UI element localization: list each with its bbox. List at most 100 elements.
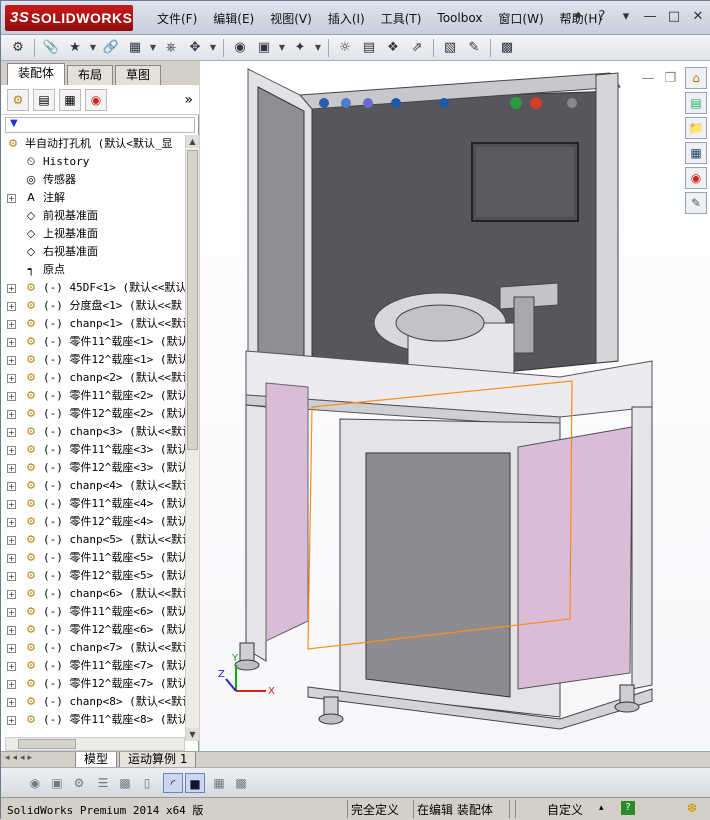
tree-component[interactable]: + ⚙ (-) chanp<6> (默认<<默认 bbox=[1, 585, 185, 603]
tree-component[interactable]: + ⚙ (-) 零件12^载座<6> (默认 bbox=[1, 621, 185, 639]
expand-icon[interactable]: + bbox=[7, 518, 16, 527]
expand-icon[interactable]: + bbox=[7, 284, 16, 293]
timeline-icon[interactable]: ☰ bbox=[93, 773, 113, 793]
expand-icon[interactable]: + bbox=[7, 680, 16, 689]
menu-view[interactable]: 视图(V) bbox=[262, 10, 320, 27]
pattern-dropdown-icon[interactable]: ▼ bbox=[148, 38, 158, 58]
new-motion-study-icon[interactable]: ☼ bbox=[334, 38, 356, 58]
explode-line-icon[interactable]: ⇗ bbox=[406, 38, 428, 58]
expand-icon[interactable]: + bbox=[7, 500, 16, 509]
assembly-features-icon[interactable]: ▣ bbox=[253, 38, 275, 58]
tree-item[interactable]: ⏲ History bbox=[1, 153, 185, 171]
feature-tree-icon[interactable]: ⚙ bbox=[7, 88, 29, 111]
pin-icon[interactable]: ✦ bbox=[569, 9, 587, 24]
tree-component[interactable]: + ⚙ (-) 零件12^载座<1> (默认 bbox=[1, 351, 185, 369]
scroll-up-icon[interactable]: ▲ bbox=[186, 135, 199, 148]
tree-item[interactable]: ◎ 传感器 bbox=[1, 171, 185, 189]
tab-navigation-icon[interactable]: ◂◂◂▸ bbox=[5, 753, 69, 766]
tree-component[interactable]: + ⚙ (-) 零件11^载座<4> (默认 bbox=[1, 495, 185, 513]
exploded-view-icon[interactable]: ❖ bbox=[382, 38, 404, 58]
move-dropdown-icon[interactable]: ▼ bbox=[208, 38, 218, 58]
menu-file[interactable]: 文件(F) bbox=[149, 10, 205, 27]
more-tabs-icon[interactable]: » bbox=[184, 92, 193, 108]
calculate-icon[interactable]: ⚙ bbox=[69, 773, 89, 793]
new-part-icon[interactable]: ★ bbox=[64, 38, 86, 58]
expand-icon[interactable]: + bbox=[7, 464, 16, 473]
reference-geometry-icon[interactable]: ✦ bbox=[289, 38, 311, 58]
tree-component[interactable]: + ⚙ (-) 零件11^载座<6> (默认 bbox=[1, 603, 185, 621]
edit-component-icon[interactable]: ⚙ bbox=[7, 38, 29, 58]
tree-item[interactable]: + A 注解 bbox=[1, 189, 185, 207]
expand-icon[interactable]: + bbox=[7, 536, 16, 545]
menu-edit[interactable]: 编辑(E) bbox=[205, 10, 262, 27]
expand-icon[interactable]: + bbox=[7, 356, 16, 365]
help-icon[interactable]: ? bbox=[593, 9, 611, 24]
rebuild-icon[interactable]: ❆ bbox=[687, 801, 697, 815]
display-style-icon[interactable]: ■ bbox=[185, 773, 205, 793]
expand-icon[interactable]: + bbox=[7, 698, 16, 707]
expand-icon[interactable]: + bbox=[7, 194, 16, 203]
keyframe-icon[interactable]: ▯ bbox=[137, 773, 157, 793]
file-explorer-icon[interactable]: 📁 bbox=[685, 117, 707, 139]
menu-insert[interactable]: 插入(I) bbox=[320, 10, 373, 27]
scroll-thumb[interactable] bbox=[187, 150, 198, 450]
help-dropdown-icon[interactable]: ▾ bbox=[617, 9, 635, 24]
expand-icon[interactable]: + bbox=[7, 392, 16, 401]
tree-root[interactable]: ⚙ 半自动打孔机 (默认<默认_显 bbox=[1, 135, 185, 153]
tree-component[interactable]: + ⚙ (-) chanp<3> (默认<<默认 bbox=[1, 423, 185, 441]
tree-component[interactable]: + ⚙ (-) chanp<5> (默认<<默认 bbox=[1, 531, 185, 549]
configuration-manager-icon[interactable]: ▦ bbox=[59, 88, 81, 111]
bill-of-materials-icon[interactable]: ▤ bbox=[358, 38, 380, 58]
large-assembly-icon[interactable]: ▩ bbox=[496, 38, 518, 58]
reference-dropdown-icon[interactable]: ▼ bbox=[313, 38, 323, 58]
display-manager-icon[interactable]: ◉ bbox=[85, 88, 107, 111]
menu-window[interactable]: 窗口(W) bbox=[490, 10, 551, 27]
insert-dropdown-icon[interactable]: ▼ bbox=[88, 38, 98, 58]
viewport-minimize-icon[interactable]: — bbox=[641, 71, 654, 86]
tree-item[interactable]: ◇ 前视基准面 bbox=[1, 207, 185, 225]
tab-motion-study[interactable]: 运动算例 1 bbox=[119, 752, 197, 768]
expand-icon[interactable]: + bbox=[7, 644, 16, 653]
menu-toolbox[interactable]: Toolbox bbox=[429, 11, 490, 25]
tab-sketch[interactable]: 草图 bbox=[115, 65, 162, 85]
tree-filter[interactable]: ▼ bbox=[5, 117, 195, 133]
tree-item[interactable]: ◇ 右视基准面 bbox=[1, 243, 185, 261]
tab-assembly[interactable]: 装配体 bbox=[7, 63, 66, 85]
graphics-area[interactable]: X Y Z — ❐ ✕ bbox=[200, 61, 710, 751]
tab-layout[interactable]: 布局 bbox=[67, 65, 114, 85]
menu-tools[interactable]: 工具(T) bbox=[373, 10, 430, 27]
scroll-down-icon[interactable]: ▼ bbox=[186, 728, 199, 741]
minimize-button[interactable]: — bbox=[641, 9, 659, 24]
viewport-layout-icon[interactable]: ▦ bbox=[209, 773, 229, 793]
tree-component[interactable]: + ⚙ (-) 零件11^载座<1> (默认 bbox=[1, 333, 185, 351]
mate-icon[interactable]: 🔗 bbox=[100, 38, 122, 58]
close-button[interactable]: ✕ bbox=[689, 9, 707, 24]
expand-icon[interactable]: + bbox=[7, 320, 16, 329]
smart-fastener-icon[interactable]: ⎈ bbox=[160, 38, 182, 58]
viewport-restore-icon[interactable]: ❐ bbox=[664, 71, 676, 86]
property-manager-icon[interactable]: ▤ bbox=[33, 88, 55, 111]
animation-wizard-icon[interactable]: ▣ bbox=[47, 773, 67, 793]
expand-icon[interactable]: + bbox=[7, 446, 16, 455]
appearances-icon[interactable]: ◉ bbox=[685, 167, 707, 189]
render-tools-icon[interactable]: ▩ bbox=[231, 773, 251, 793]
view-orientation-icon[interactable]: ◜ bbox=[163, 773, 183, 793]
move-component-icon[interactable]: ✥ bbox=[184, 38, 206, 58]
interference-icon[interactable]: ▧ bbox=[439, 38, 461, 58]
tree-component[interactable]: + ⚙ (-) chanp<2> (默认<<默认 bbox=[1, 369, 185, 387]
expand-icon[interactable]: + bbox=[7, 662, 16, 671]
solidworks-logo[interactable]: 3S SOLIDWORKS bbox=[5, 5, 133, 31]
expand-icon[interactable]: + bbox=[7, 338, 16, 347]
units-selector[interactable]: 自定义 bbox=[547, 801, 583, 818]
expand-icon[interactable]: + bbox=[7, 572, 16, 581]
tree-component[interactable]: + ⚙ (-) 零件12^载座<7> (默认 bbox=[1, 675, 185, 693]
tree-component[interactable]: + ⚙ (-) 45DF<1> (默认<<默认 bbox=[1, 279, 185, 297]
tree-item[interactable]: ◇ 上视基准面 bbox=[1, 225, 185, 243]
tree-component[interactable]: + ⚙ (-) 零件11^载座<3> (默认 bbox=[1, 441, 185, 459]
insert-component-icon[interactable]: 📎 bbox=[40, 38, 62, 58]
tree-component[interactable]: + ⚙ (-) 零件12^载座<4> (默认 bbox=[1, 513, 185, 531]
custom-properties-icon[interactable]: ✎ bbox=[685, 192, 707, 214]
units-arrow-icon[interactable]: ▴ bbox=[599, 803, 604, 813]
tree-component[interactable]: + ⚙ (-) 分度盘<1> (默认<<默 bbox=[1, 297, 185, 315]
tree-item[interactable]: ┑ 原点 bbox=[1, 261, 185, 279]
